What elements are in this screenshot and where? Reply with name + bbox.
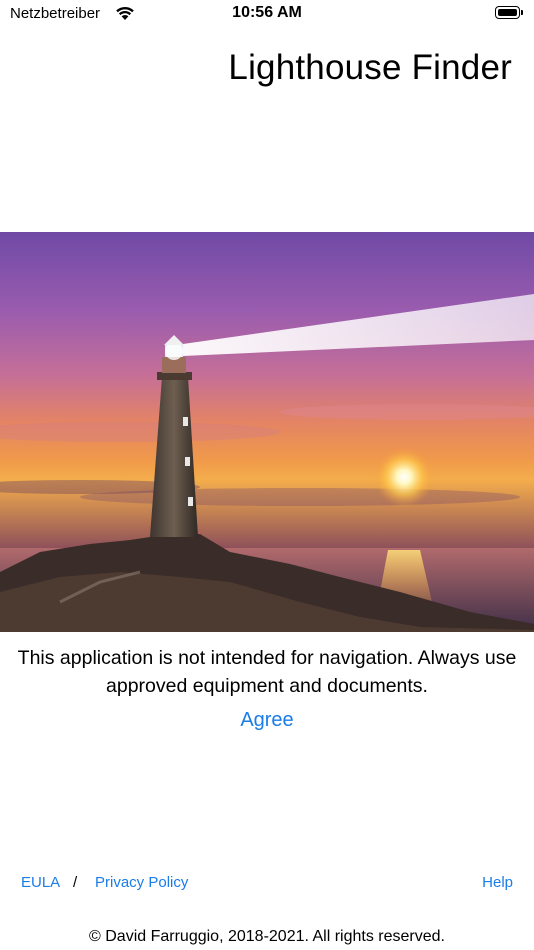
help-link[interactable]: Help (482, 874, 513, 891)
privacy-policy-link[interactable]: Privacy Policy (95, 874, 188, 891)
copyright-notice: © David Farruggio, 2018-2021. All rights… (89, 928, 445, 945)
lighthouse-sunset-image (0, 232, 534, 632)
status-bar: Netzbetreiber 10:56 AM (0, 0, 534, 30)
footer-links: EULA / Privacy Policy Help (0, 874, 534, 896)
navigation-disclaimer: This application is not intended for nav… (17, 647, 517, 697)
clock: 10:56 AM (232, 4, 302, 21)
agree-button[interactable]: Agree (0, 709, 534, 732)
app-title: Lighthouse Finder (228, 48, 512, 87)
eula-link[interactable]: EULA (21, 874, 60, 891)
battery-icon (495, 6, 526, 21)
link-separator: / (73, 874, 78, 891)
